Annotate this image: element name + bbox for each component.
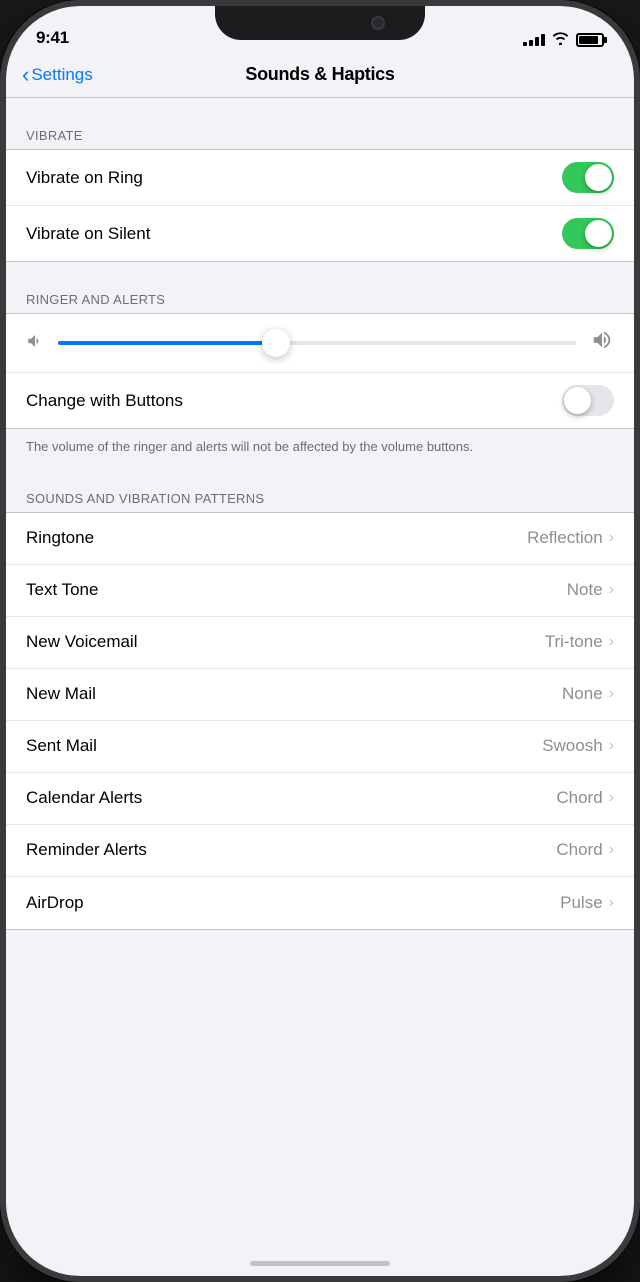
signal-bar-2 xyxy=(529,40,533,46)
new-mail-value: None xyxy=(562,684,603,704)
volume-loud-icon xyxy=(590,329,614,357)
new-mail-label: New Mail xyxy=(26,684,96,704)
back-button-label: Settings xyxy=(31,65,92,85)
content-scroll[interactable]: VIBRATE Vibrate on Ring Vibrate on Silen… xyxy=(6,98,634,1258)
new-mail-chevron-icon: › xyxy=(609,685,614,703)
sent-mail-value: Swoosh xyxy=(542,736,602,756)
sent-mail-right: Swoosh › xyxy=(542,736,614,756)
vibrate-ring-row: Vibrate on Ring xyxy=(6,150,634,206)
ringtone-chevron-icon: › xyxy=(609,529,614,547)
ringtone-value: Reflection xyxy=(527,528,603,548)
ringer-group: Change with Buttons xyxy=(6,313,634,429)
slider-thumb xyxy=(262,329,290,357)
new-mail-row[interactable]: New Mail None › xyxy=(6,669,634,721)
calendar-alerts-label: Calendar Alerts xyxy=(26,788,142,808)
battery-icon xyxy=(576,33,604,47)
slider-track xyxy=(58,341,576,345)
text-tone-chevron-icon: › xyxy=(609,581,614,599)
change-with-buttons-label: Change with Buttons xyxy=(26,391,183,411)
airdrop-label: AirDrop xyxy=(26,893,84,913)
ringtone-right: Reflection › xyxy=(527,528,614,548)
toggle-thumb xyxy=(585,164,612,191)
new-mail-right: None › xyxy=(562,684,614,704)
sent-mail-row[interactable]: Sent Mail Swoosh › xyxy=(6,721,634,773)
ringtone-row[interactable]: Ringtone Reflection › xyxy=(6,513,634,565)
back-button[interactable]: ‹ Settings xyxy=(22,64,93,86)
new-voicemail-row[interactable]: New Voicemail Tri-tone › xyxy=(6,617,634,669)
phone-frame: 9:41 xyxy=(0,0,640,1282)
airdrop-row[interactable]: AirDrop Pulse › xyxy=(6,877,634,929)
page-title: Sounds & Haptics xyxy=(245,64,394,85)
signal-bars xyxy=(523,34,545,46)
change-with-buttons-row: Change with Buttons xyxy=(6,373,634,428)
ringer-section-header: RINGER AND ALERTS xyxy=(6,272,634,313)
back-chevron-icon: ‹ xyxy=(22,64,29,86)
bottom-spacer xyxy=(6,930,634,980)
calendar-alerts-value: Chord xyxy=(556,788,602,808)
reminder-alerts-chevron-icon: › xyxy=(609,841,614,859)
new-voicemail-chevron-icon: › xyxy=(609,633,614,651)
signal-bar-4 xyxy=(541,34,545,46)
front-camera xyxy=(371,16,385,30)
navigation-bar: ‹ Settings Sounds & Haptics xyxy=(6,56,634,98)
new-voicemail-value: Tri-tone xyxy=(545,632,603,652)
vibrate-group: Vibrate on Ring Vibrate on Silent xyxy=(6,149,634,262)
sent-mail-chevron-icon: › xyxy=(609,737,614,755)
airdrop-chevron-icon: › xyxy=(609,894,614,912)
home-indicator xyxy=(250,1261,390,1266)
status-time: 9:41 xyxy=(36,28,69,48)
signal-bar-1 xyxy=(523,42,527,46)
toggle-thumb xyxy=(585,220,612,247)
ringer-footer-note: The volume of the ringer and alerts will… xyxy=(6,429,634,471)
reminder-alerts-value: Chord xyxy=(556,840,602,860)
patterns-section-header: SOUNDS AND VIBRATION PATTERNS xyxy=(6,471,634,512)
text-tone-right: Note › xyxy=(567,580,614,600)
volume-slider[interactable] xyxy=(58,328,576,358)
reminder-alerts-label: Reminder Alerts xyxy=(26,840,147,860)
change-with-buttons-toggle[interactable] xyxy=(562,385,614,416)
reminder-alerts-row[interactable]: Reminder Alerts Chord › xyxy=(6,825,634,877)
calendar-alerts-row[interactable]: Calendar Alerts Chord › xyxy=(6,773,634,825)
spacer-top xyxy=(6,98,634,108)
wifi-icon xyxy=(552,32,569,48)
vibrate-ring-toggle[interactable] xyxy=(562,162,614,193)
volume-slider-row xyxy=(6,314,634,373)
screen: 9:41 xyxy=(6,6,634,1276)
vibrate-section-header: VIBRATE xyxy=(6,108,634,149)
text-tone-label: Text Tone xyxy=(26,580,98,600)
signal-bar-3 xyxy=(535,37,539,46)
airdrop-right: Pulse › xyxy=(560,893,614,913)
calendar-alerts-right: Chord › xyxy=(556,788,614,808)
notch xyxy=(215,6,425,40)
slider-fill xyxy=(58,341,276,345)
vibrate-silent-label: Vibrate on Silent xyxy=(26,224,150,244)
new-voicemail-label: New Voicemail xyxy=(26,632,138,652)
new-voicemail-right: Tri-tone › xyxy=(545,632,614,652)
vibrate-silent-toggle[interactable] xyxy=(562,218,614,249)
status-icons xyxy=(523,32,604,48)
volume-quiet-icon xyxy=(26,332,44,355)
spacer-ringer xyxy=(6,262,634,272)
patterns-group: Ringtone Reflection › Text Tone Note › N… xyxy=(6,512,634,930)
text-tone-value: Note xyxy=(567,580,603,600)
ringtone-label: Ringtone xyxy=(26,528,94,548)
toggle-thumb xyxy=(564,387,591,414)
airdrop-value: Pulse xyxy=(560,893,603,913)
sent-mail-label: Sent Mail xyxy=(26,736,97,756)
vibrate-ring-label: Vibrate on Ring xyxy=(26,168,143,188)
reminder-alerts-right: Chord › xyxy=(556,840,614,860)
text-tone-row[interactable]: Text Tone Note › xyxy=(6,565,634,617)
battery-fill xyxy=(579,36,598,44)
calendar-alerts-chevron-icon: › xyxy=(609,789,614,807)
vibrate-silent-row: Vibrate on Silent xyxy=(6,206,634,261)
